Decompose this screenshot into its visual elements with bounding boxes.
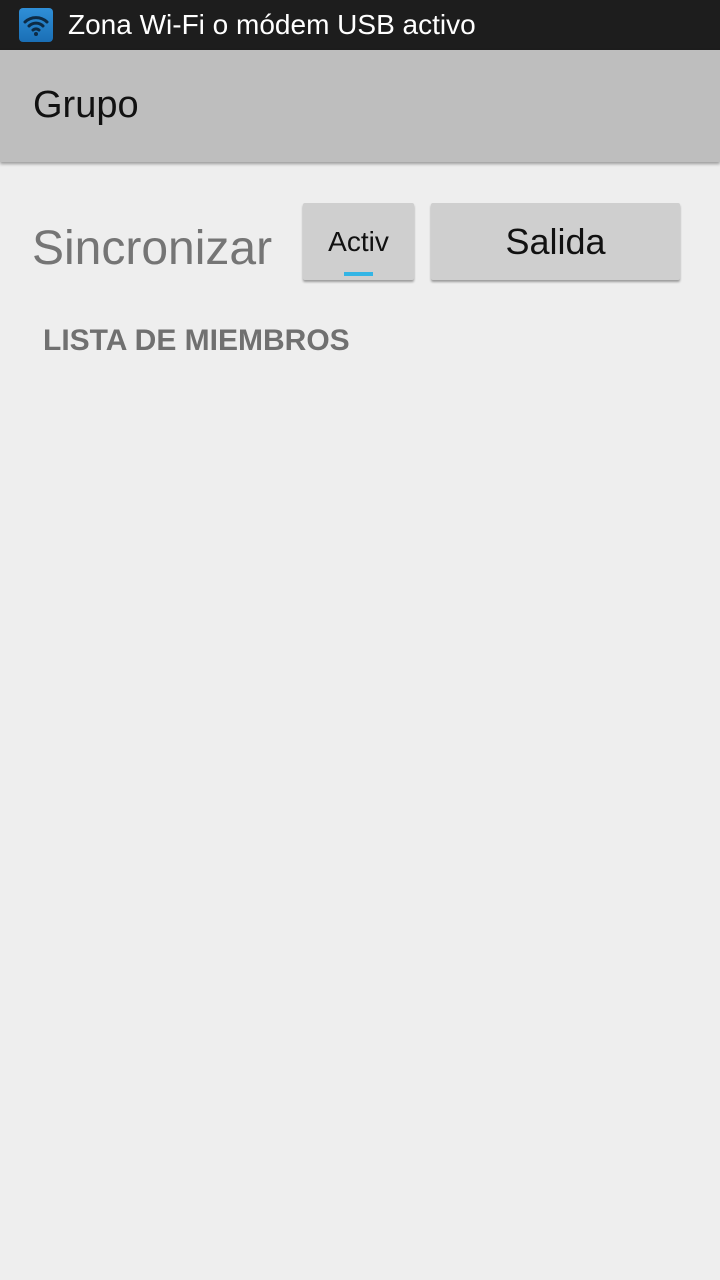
action-bar: Grupo [0, 50, 720, 162]
sync-label: Sincronizar [32, 222, 273, 275]
member-list [0, 370, 720, 1280]
sync-toggle-button[interactable]: Activ [303, 203, 414, 280]
page-title: Grupo [33, 84, 139, 126]
member-list-header: LISTA DE MIEMBROS [43, 324, 350, 357]
notification-text: Zona Wi-Fi o módem USB activo [68, 9, 476, 40]
wifi-hotspot-icon [19, 8, 53, 42]
toggle-on-indicator [344, 272, 373, 276]
status-bar: Zona Wi-Fi o módem USB activo [0, 0, 720, 50]
exit-button-label: Salida [505, 220, 606, 262]
sync-toggle-label: Activ [328, 225, 389, 257]
exit-button[interactable]: Salida [431, 203, 680, 280]
